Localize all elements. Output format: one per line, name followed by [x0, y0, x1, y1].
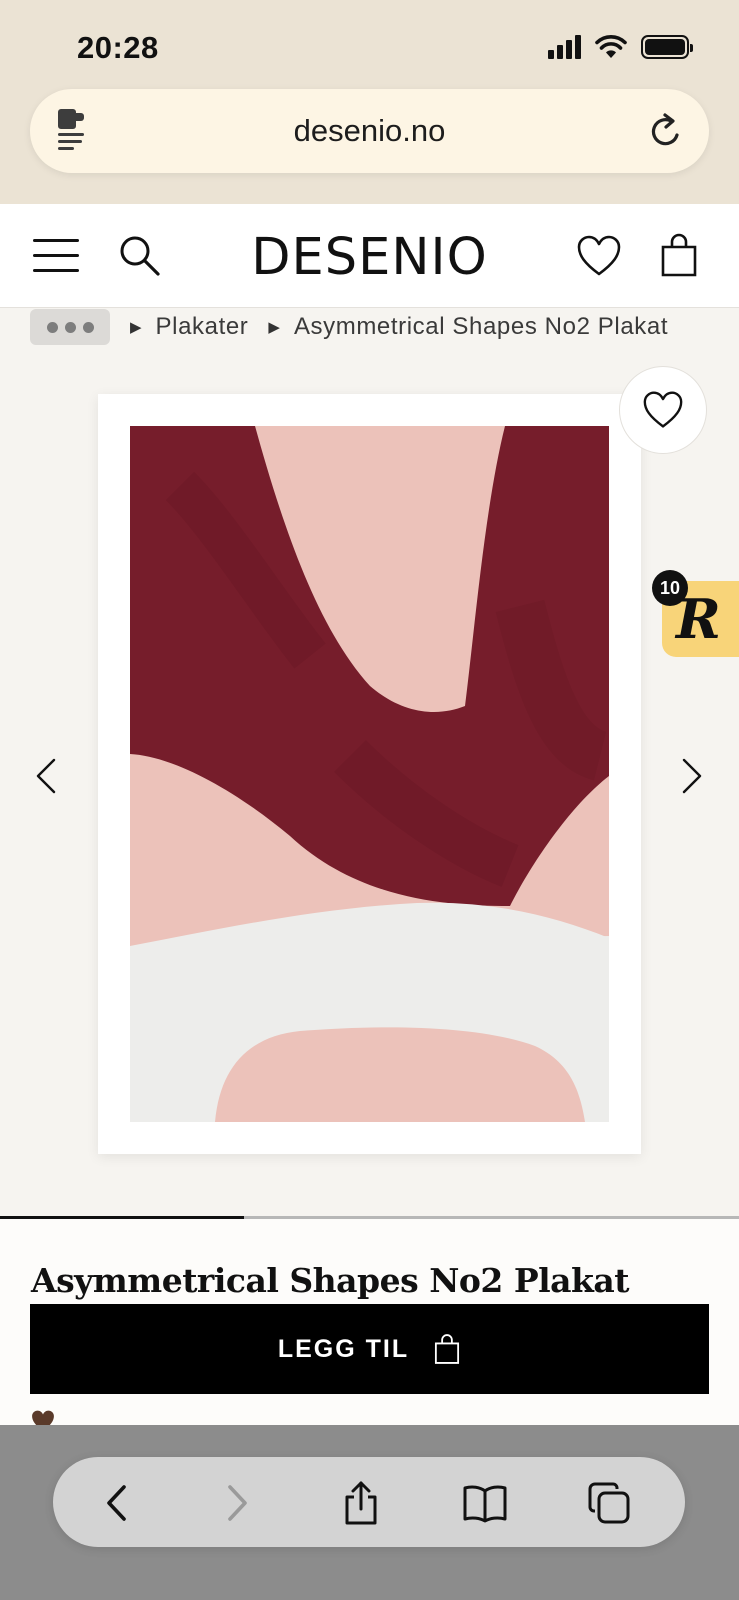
address-bar[interactable]: desenio.no [30, 89, 709, 173]
product-info: Asymmetrical Shapes No2 Plakat LEGG TIL [0, 1219, 739, 1431]
product-image-frame [98, 394, 641, 1154]
back-icon [107, 1485, 126, 1521]
product-title: Asymmetrical Shapes No2 Plakat [31, 1261, 630, 1300]
product-gallery[interactable] [0, 346, 739, 1220]
previous-image-arrow-icon[interactable] [34, 756, 58, 796]
share-button[interactable] [337, 1479, 385, 1527]
next-image-arrow-icon[interactable] [680, 756, 704, 796]
breadcrumb-item-current: Asymmetrical Shapes No2 Plakat [293, 313, 669, 340]
status-icons [548, 34, 693, 60]
cellular-signal-icon [548, 35, 581, 59]
breadcrumb-item-plakater[interactable]: Plakater [156, 313, 249, 341]
battery-icon [641, 35, 693, 59]
shopping-bag-icon[interactable] [660, 232, 698, 278]
site-header: DESENIO [0, 204, 739, 308]
forward-icon [228, 1485, 247, 1521]
breadcrumb-more-button[interactable] [30, 309, 110, 345]
safari-toolbar [53, 1457, 685, 1547]
breadcrumb: ▶ Plakater ▶ Asymmetrical Shapes No2 Pla… [30, 308, 668, 346]
heart-icon [643, 391, 683, 428]
bookmarks-button[interactable] [461, 1479, 509, 1527]
reload-icon[interactable] [647, 111, 685, 151]
shopping-bag-icon [435, 1334, 460, 1364]
add-to-cart-label: LEGG TIL [277, 1334, 410, 1363]
tabs-icon [588, 1482, 630, 1524]
bookmarks-icon [463, 1485, 507, 1523]
browser-bottom-chrome [0, 1425, 739, 1600]
browser-top-chrome: 20:28 desenio.no [0, 0, 739, 204]
share-icon [345, 1481, 377, 1525]
add-to-cart-button[interactable]: LEGG TIL [30, 1304, 709, 1394]
status-time: 20:28 [77, 30, 159, 65]
wifi-icon [595, 35, 627, 58]
forward-button[interactable] [213, 1479, 261, 1527]
url-text[interactable]: desenio.no [30, 113, 709, 149]
breadcrumb-separator: ▶ [130, 319, 142, 336]
rewards-count-badge: 10 [652, 570, 688, 606]
add-to-wishlist-button[interactable] [619, 366, 707, 454]
breadcrumb-separator: ▶ [268, 319, 280, 336]
back-button[interactable] [93, 1479, 141, 1527]
site-logo[interactable]: DESENIO [0, 228, 739, 287]
heart-icon[interactable] [576, 234, 622, 278]
tabs-button[interactable] [585, 1479, 633, 1527]
product-image [130, 426, 609, 1122]
